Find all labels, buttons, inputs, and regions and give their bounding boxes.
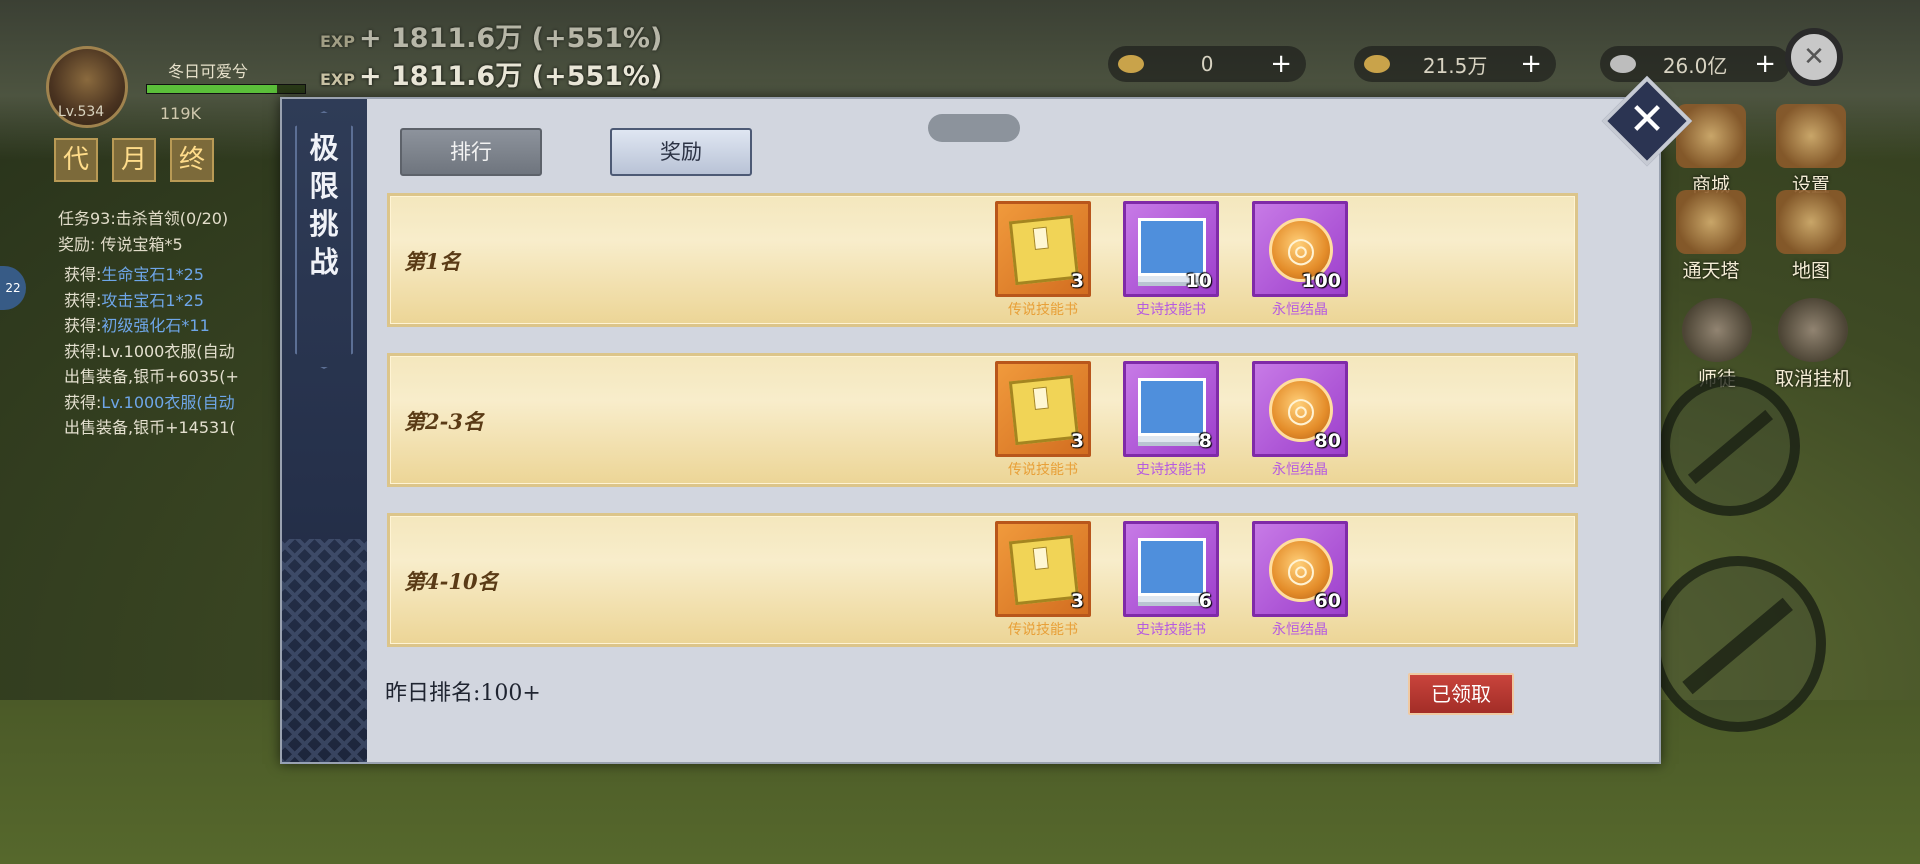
currency-gold-ingot: 0 +	[1108, 46, 1306, 82]
reward-item[interactable]: 60 永恒结晶	[1252, 521, 1348, 639]
item-name: 传说技能书	[1008, 302, 1078, 318]
settings-button[interactable]: 设置	[1770, 104, 1852, 197]
reward-list[interactable]: 第1名 3 传说技能书 10 史诗技能书 100 永恒结晶 第2-3名	[387, 193, 1578, 651]
close-icon: ✕	[1628, 94, 1666, 145]
reward-item[interactable]: 8 史诗技能书	[1123, 361, 1219, 479]
side-badge[interactable]: 22	[0, 266, 26, 310]
item-quantity: 80	[1314, 430, 1341, 452]
item-quantity: 3	[1070, 590, 1084, 612]
item-quantity: 100	[1301, 270, 1341, 292]
reward-item[interactable]: 80 永恒结晶	[1252, 361, 1348, 479]
item-name: 传说技能书	[1008, 462, 1078, 478]
exp-gain-text: EXP + 1811.6万 (+551%)	[320, 23, 663, 54]
player-power: 119K	[160, 104, 202, 123]
status-tag[interactable]: 代	[54, 138, 98, 182]
item-quantity: 8	[1198, 430, 1212, 452]
reward-row: 第4-10名 3 传说技能书 6 史诗技能书 60 永恒结晶	[387, 513, 1578, 647]
status-tags: 代 月 终	[54, 138, 214, 182]
gold-ingot-icon	[1364, 55, 1390, 73]
tab-reward[interactable]: 奖励	[610, 128, 752, 176]
tab-ranking[interactable]: 排行	[400, 128, 542, 176]
item-name: 永恒结晶	[1272, 302, 1328, 318]
quest-tracker[interactable]: 任务93:击杀首领(0/20) 奖励: 传说宝箱*5	[58, 206, 228, 258]
status-tag[interactable]: 月	[112, 138, 156, 182]
player-hp-bar	[146, 84, 306, 94]
reward-item[interactable]: 10 史诗技能书	[1123, 201, 1219, 319]
reward-item[interactable]: 3 传说技能书	[995, 201, 1091, 319]
currency-bound-gold: 21.5万 +	[1354, 46, 1556, 82]
gold-book-icon	[1008, 374, 1080, 446]
item-quantity: 6	[1198, 590, 1212, 612]
item-name: 史诗技能书	[1136, 462, 1206, 478]
log-line: 出售装备,银币+14531(	[64, 418, 236, 437]
quest-reward: 奖励: 传说宝箱*5	[58, 235, 183, 254]
item-name: 永恒结晶	[1272, 462, 1328, 478]
map-icon	[1776, 190, 1846, 254]
log-line: 获得:攻击宝石1*25	[64, 290, 204, 310]
gold-book-icon	[1008, 534, 1080, 606]
cancel-icon	[1778, 298, 1848, 362]
blue-book-icon	[1138, 378, 1206, 436]
tower-button[interactable]: 通天塔	[1670, 190, 1752, 283]
hud-close-icon[interactable]: ✕	[1785, 28, 1843, 86]
log-line: 获得:Lv.1000衣服(自动	[64, 341, 235, 361]
cancel-auto-button[interactable]: 取消挂机	[1772, 298, 1854, 391]
rail-pattern	[282, 539, 367, 764]
blue-book-icon	[1138, 538, 1206, 596]
attack-button[interactable]	[1650, 556, 1826, 732]
status-tag[interactable]: 终	[170, 138, 214, 182]
player-name: 冬日可爱兮	[168, 62, 249, 81]
shop-icon	[1676, 104, 1746, 168]
blue-book-icon	[1138, 218, 1206, 276]
log-line: 获得:初级强化石*11	[64, 316, 210, 335]
map-button[interactable]: 地图	[1770, 190, 1852, 283]
log-line: 获得:生命宝石1*25	[64, 265, 204, 284]
rank-label: 第2-3名	[404, 409, 484, 434]
rank-label: 第4-10名	[404, 569, 499, 594]
reward-item[interactable]: 3 传说技能书	[995, 521, 1091, 639]
rank-label: 第1名	[404, 249, 461, 274]
extreme-challenge-dialog: 极 限 挑 战 排行 奖励 ✕ 第1名 3 传说技能书 10 史诗技能书 ◎ 1…	[280, 75, 1693, 764]
status-pill	[928, 114, 1020, 142]
silver-coin-icon	[1610, 55, 1636, 73]
exp-gain-text: EXP + 1811.6万 (+551%)	[320, 61, 663, 92]
item-name: 传说技能书	[1008, 622, 1078, 638]
loot-log: 获得:生命宝石1*25 获得:攻击宝石1*25 获得:初级强化石*11 获得:L…	[64, 262, 239, 441]
item-quantity: 60	[1314, 590, 1341, 612]
claimed-button[interactable]: 已领取	[1408, 673, 1514, 715]
dialog-title: 极 限 挑 战	[309, 131, 339, 279]
quest-title: 任务93:击杀首领(0/20)	[58, 209, 229, 228]
skill-button[interactable]	[1660, 376, 1800, 516]
tower-icon	[1676, 190, 1746, 254]
item-name: 永恒结晶	[1272, 622, 1328, 638]
item-quantity: 10	[1185, 270, 1212, 292]
item-name: 史诗技能书	[1136, 622, 1206, 638]
reward-item[interactable]: 6 史诗技能书	[1123, 521, 1219, 639]
item-quantity: 3	[1070, 430, 1084, 452]
dialog-side-rail: 极 限 挑 战	[282, 99, 367, 764]
log-line: 出售装备,银币+6035(+	[64, 367, 239, 386]
add-currency-button[interactable]: +	[1270, 49, 1292, 79]
people-icon	[1682, 298, 1752, 362]
gold-book-icon	[1008, 214, 1080, 286]
yesterday-rank: 昨日排名:100+	[385, 681, 541, 706]
item-quantity: 3	[1070, 270, 1084, 292]
currency-silver: 26.0亿 +	[1600, 46, 1790, 82]
gear-icon	[1776, 104, 1846, 168]
reward-item[interactable]: 100 永恒结晶	[1252, 201, 1348, 319]
item-name: 史诗技能书	[1136, 302, 1206, 318]
reward-item[interactable]: 3 传说技能书	[995, 361, 1091, 479]
add-currency-button[interactable]: +	[1520, 49, 1542, 79]
gold-ingot-icon	[1118, 55, 1144, 73]
reward-row: 第2-3名 3 传说技能书 8 史诗技能书 80 永恒结晶	[387, 353, 1578, 487]
reward-row: 第1名 3 传说技能书 10 史诗技能书 100 永恒结晶	[387, 193, 1578, 327]
log-line: 获得:Lv.1000衣服(自动	[64, 392, 235, 412]
add-currency-button[interactable]: +	[1754, 49, 1776, 79]
player-level: Lv.534	[58, 104, 105, 120]
